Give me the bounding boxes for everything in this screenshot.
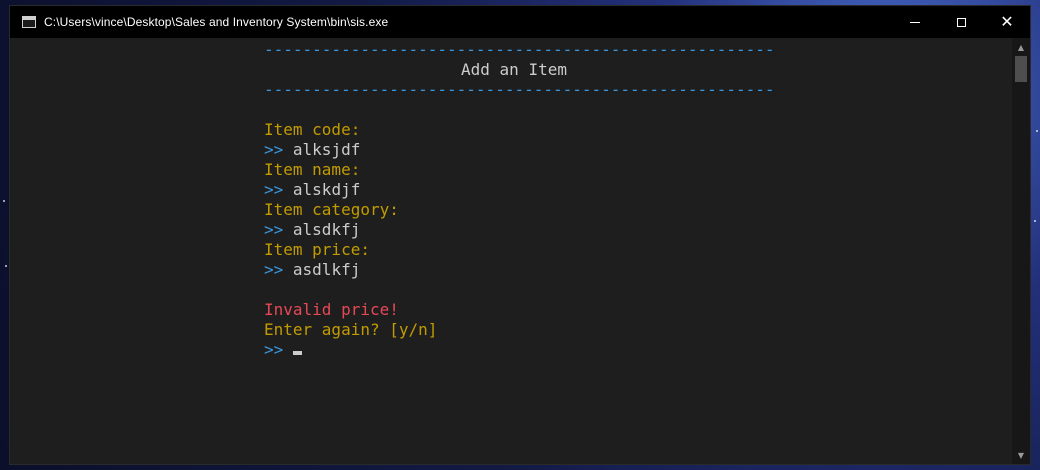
input-line[interactable]: >> [264,340,302,360]
prompt-symbol: >> [264,180,284,199]
minimize-button[interactable] [892,6,938,38]
window-controls: ✕ [892,6,1030,38]
scroll-down-icon[interactable]: ▼ [1012,448,1030,462]
vertical-scrollbar[interactable]: ▲ ▼ [1012,38,1030,464]
title-bar[interactable]: C:\Users\vince\Desktop\Sales and Invento… [10,6,1030,38]
page-title: Add an Item [461,60,567,79]
maximize-icon [956,17,966,27]
header-rule-bottom: ----------------------------------------… [264,80,775,99]
header-rule-top: ----------------------------------------… [264,40,775,59]
field-entry-item-name: >> alskdjf [264,180,360,200]
field-entry-item-category: >> alsdkfj [264,220,360,240]
field-entry-item-price: >> asdlkfj [264,260,360,280]
maximize-button[interactable] [938,6,984,38]
console-app-icon[interactable] [22,16,36,28]
close-button[interactable]: ✕ [984,6,1030,38]
field-value-item-price: asdlkfj [292,260,361,279]
field-entry-item-code: >> alksjdf [264,140,360,160]
background-star [1036,130,1038,132]
prompt-symbol: >> [264,340,284,359]
prompt-symbol: >> [264,260,284,279]
scroll-thumb[interactable] [1015,56,1027,82]
window-title: C:\Users\vince\Desktop\Sales and Invento… [44,15,389,29]
field-label-item-category: Item category: [264,200,399,219]
retry-prompt: Enter again? [y/n] [264,320,438,339]
background-star [1034,220,1036,222]
background-star [3,200,5,202]
field-label-item-name: Item name: [264,160,361,179]
field-label-item-price: Item price: [264,240,370,259]
minimize-icon [910,21,920,23]
scroll-up-icon[interactable]: ▲ [1012,40,1030,54]
text-cursor [292,351,302,355]
console-window: C:\Users\vince\Desktop\Sales and Invento… [10,6,1030,464]
field-value-item-category: alsdkfj [292,220,361,239]
close-icon: ✕ [1000,12,1014,31]
field-value-item-code: alksjdf [292,140,361,159]
prompt-symbol: >> [264,220,284,239]
field-value-item-name: alskdjf [292,180,361,199]
background-star [5,265,7,267]
error-message: Invalid price! [264,300,399,319]
field-label-item-code: Item code: [264,120,361,139]
prompt-symbol: >> [264,140,284,159]
console-output[interactable]: ----------------------------------------… [10,38,1012,464]
